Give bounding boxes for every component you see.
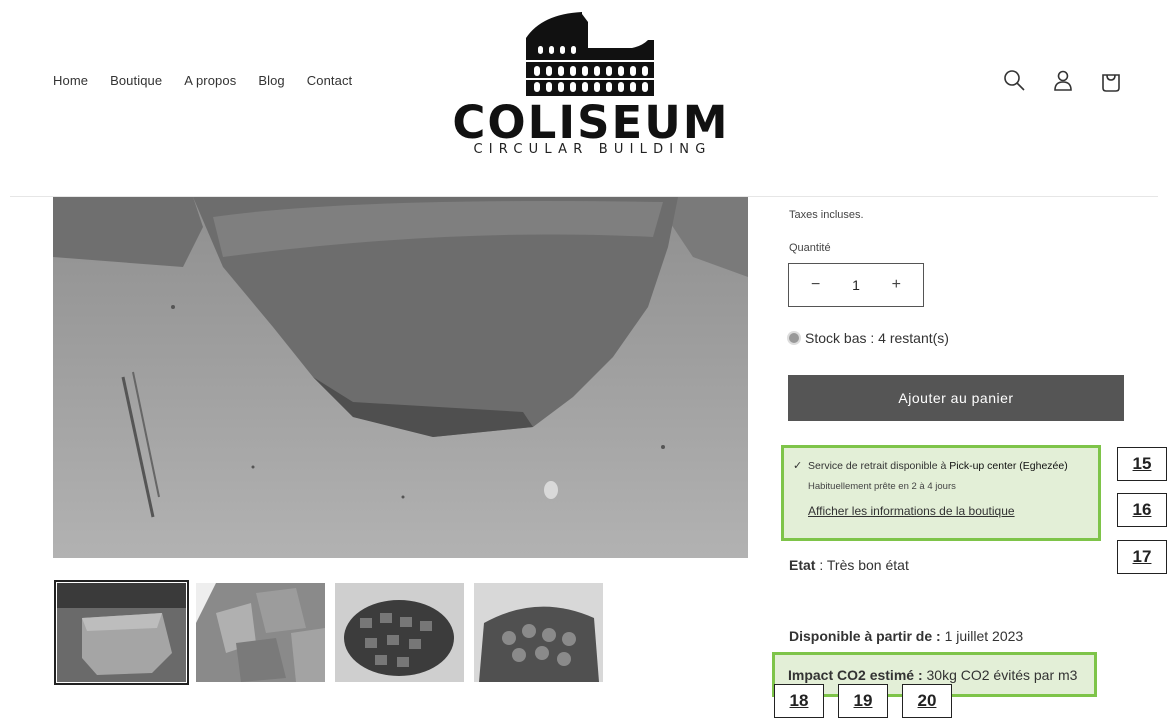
co2-value: 30kg CO2 évités par m3 bbox=[922, 667, 1078, 683]
pickup-location: Pick-up center (Eghezée) bbox=[949, 460, 1068, 472]
colosseum-logo-icon[interactable] bbox=[524, 10, 656, 106]
quantity-label: Quantité bbox=[789, 242, 831, 254]
condition-label: Etat bbox=[789, 557, 816, 573]
nav-home[interactable]: Home bbox=[53, 73, 88, 88]
condition-value: : Très bon état bbox=[815, 557, 909, 573]
nav-contact[interactable]: Contact bbox=[307, 73, 353, 88]
thumbnail-1[interactable] bbox=[54, 580, 189, 685]
header-actions bbox=[1002, 68, 1124, 94]
pickup-ready-time: Habituellement prête en 2 à 4 jours bbox=[808, 481, 956, 492]
thumbnail-strip bbox=[54, 580, 603, 685]
logo-wordmark[interactable]: COLISEUM bbox=[451, 100, 731, 145]
thumbnail-4[interactable] bbox=[474, 583, 603, 682]
cart-icon[interactable] bbox=[1098, 68, 1124, 94]
annotation-18: 18 bbox=[774, 684, 824, 718]
annotation-17: 17 bbox=[1117, 540, 1167, 574]
annotation-16: 16 bbox=[1117, 493, 1167, 527]
stock-text: Stock bas : 4 restant(s) bbox=[805, 330, 949, 346]
availability-label: Disponible à partir de : bbox=[789, 628, 941, 644]
logo-tagline: CIRCULAR BUILDING bbox=[473, 142, 712, 157]
store-info-link[interactable]: Afficher les informations de la boutique bbox=[808, 504, 1098, 518]
annotation-19: 19 bbox=[838, 684, 888, 718]
account-icon[interactable] bbox=[1050, 68, 1076, 94]
nav-blog[interactable]: Blog bbox=[258, 73, 284, 88]
nav-a-propos[interactable]: A propos bbox=[184, 73, 236, 88]
pickup-prefix: Service de retrait disponible à bbox=[808, 460, 950, 472]
stock-status: Stock bas : 4 restant(s) bbox=[789, 330, 949, 346]
co2-label: Impact CO2 estimé : bbox=[788, 667, 923, 683]
annotation-20: 20 bbox=[902, 684, 952, 718]
search-icon[interactable] bbox=[1002, 68, 1028, 94]
thumbnail-2[interactable] bbox=[196, 583, 325, 682]
decrease-quantity-button[interactable]: − bbox=[799, 275, 833, 295]
quantity-value[interactable]: 1 bbox=[852, 277, 860, 293]
pickup-availability-box: ✓ Service de retrait disponible à Pick-u… bbox=[781, 445, 1101, 541]
tax-note: Taxes incluses. bbox=[789, 209, 864, 221]
pickup-line: ✓ Service de retrait disponible à Pick-u… bbox=[793, 460, 1098, 472]
increase-quantity-button[interactable]: + bbox=[879, 275, 913, 295]
annotation-15: 15 bbox=[1117, 447, 1167, 481]
add-to-cart-button[interactable]: Ajouter au panier bbox=[788, 375, 1124, 421]
thumbnail-3[interactable] bbox=[335, 583, 464, 682]
main-nav: Home Boutique A propos Blog Contact bbox=[53, 73, 374, 88]
stock-dot-icon bbox=[789, 333, 799, 343]
condition-row: Etat : Très bon état bbox=[789, 557, 909, 573]
nav-boutique[interactable]: Boutique bbox=[110, 73, 162, 88]
availability-date-row: Disponible à partir de : 1 juillet 2023 bbox=[789, 628, 1023, 644]
availability-value: 1 juillet 2023 bbox=[940, 628, 1024, 644]
product-main-image[interactable] bbox=[53, 197, 748, 558]
quantity-stepper: − 1 + bbox=[788, 263, 924, 307]
checkmark-icon: ✓ bbox=[793, 460, 803, 472]
